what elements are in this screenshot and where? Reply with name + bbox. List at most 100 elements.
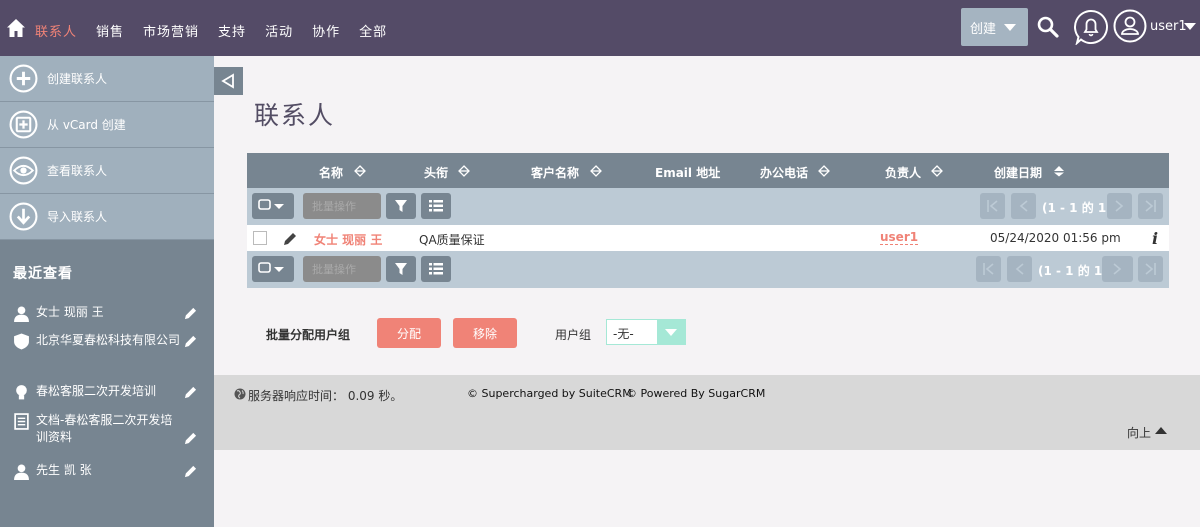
recent-item-label: 先生 凯 张 <box>36 463 92 477</box>
owner-link[interactable]: user1 <box>880 231 919 245</box>
sidebar-action-label: 导入联系人 <box>47 210 108 224</box>
footer: 服务器响应时间： 0.09 秒。 © Supercharged by Suite… <box>214 375 1200 450</box>
recent-item-label: 春松客服二次开发培训 <box>36 384 157 398</box>
recent-item[interactable]: 春松客服二次开发培训 <box>0 383 214 400</box>
column-chooser-button[interactable] <box>421 256 451 282</box>
last-page-icon <box>1145 263 1156 275</box>
globe-icon <box>234 388 246 400</box>
user-avatar-icon[interactable] <box>1113 9 1147 43</box>
filter-button[interactable] <box>386 256 416 282</box>
sugarcrm-credit-link[interactable]: © Powered By SugarCRM <box>626 387 765 400</box>
sidebar-action-create-contact[interactable]: 创建联系人 <box>0 56 214 102</box>
nav-marketing[interactable]: 市场营销 <box>143 21 199 40</box>
remove-button[interactable]: 移除 <box>453 318 517 348</box>
recent-item[interactable]: 北京华夏春松科技有限公司 <box>0 332 214 350</box>
mass-assign-panel: 批量分配用户组 分配 移除 用户组 -无- <box>266 318 1066 348</box>
recent-item[interactable]: 先生 凯 张 <box>0 462 214 480</box>
user-group-select[interactable]: -无- <box>606 319 686 345</box>
pencil-icon[interactable] <box>184 335 197 348</box>
info-icon[interactable]: i <box>1152 229 1158 248</box>
column-header-name[interactable]: 名称 <box>319 164 343 181</box>
checkbox-chevron-icon <box>258 262 284 273</box>
recent-item[interactable]: 女士 现丽 王 <box>0 304 214 322</box>
user-menu-label[interactable]: user1 <box>1150 19 1187 34</box>
pencil-icon[interactable] <box>184 386 197 399</box>
chevron-down-icon <box>1004 23 1017 31</box>
sort-icon[interactable] <box>818 165 830 177</box>
recent-item[interactable]: 文档-春松客服二次开发培训资料 <box>0 412 214 446</box>
nav-contacts[interactable]: 联系人 <box>35 21 77 40</box>
column-header-title[interactable]: 头衔 <box>424 164 448 181</box>
edit-pencil-icon[interactable] <box>283 232 297 246</box>
sort-desc-icon[interactable] <box>1053 165 1065 177</box>
column-header-account[interactable]: 客户名称 <box>531 164 579 181</box>
user-menu-chevron-icon[interactable] <box>1184 23 1196 30</box>
sidebar-action-import[interactable]: 导入联系人 <box>0 194 214 240</box>
contacts-list-table: 名称 头衔 客户名称 Email 地址 办公电话 负责人 创建日期 批量操作 (… <box>247 153 1169 288</box>
sidebar-action-view-contacts[interactable]: 查看联系人 <box>0 148 214 194</box>
shield-icon <box>14 333 29 350</box>
prev-page-icon <box>1019 200 1028 212</box>
recent-item-label: 北京华夏春松科技有限公司 <box>36 333 181 347</box>
column-header-phone[interactable]: 办公电话 <box>760 164 808 181</box>
pencil-icon[interactable] <box>184 465 197 478</box>
first-page-button[interactable] <box>980 193 1005 219</box>
first-page-button[interactable] <box>976 256 1001 282</box>
top-navbar: 联系人 销售 市场营销 支持 活动 协作 全部 创建 user1 <box>0 0 1200 56</box>
select-dropdown[interactable] <box>252 193 294 219</box>
mass-assign-label: 批量分配用户组 <box>266 328 351 342</box>
pencil-icon[interactable] <box>184 307 197 320</box>
bulk-action-button[interactable]: 批量操作 <box>303 193 381 219</box>
filter-icon <box>395 263 407 275</box>
nav-activities[interactable]: 活动 <box>265 21 293 40</box>
contact-name-link[interactable]: 女士 现丽 王 <box>314 231 382 248</box>
prev-page-icon <box>1015 263 1024 275</box>
prev-page-button[interactable] <box>1007 256 1032 282</box>
person-icon <box>14 306 29 322</box>
bulk-action-button[interactable]: 批量操作 <box>303 256 381 282</box>
nav-all[interactable]: 全部 <box>359 21 387 40</box>
last-page-button[interactable] <box>1138 256 1163 282</box>
nav-support[interactable]: 支持 <box>218 21 246 40</box>
assign-label: 分配 <box>396 326 421 341</box>
user-group-label: 用户组 <box>555 328 592 342</box>
sidebar-action-label: 查看联系人 <box>47 164 108 178</box>
sort-icon[interactable] <box>590 165 602 177</box>
column-chooser-button[interactable] <box>421 193 451 219</box>
back-to-top-link[interactable]: 向上 <box>1127 424 1151 441</box>
column-header-owner[interactable]: 负责人 <box>885 164 921 181</box>
user-group-value: -无- <box>613 327 634 341</box>
next-page-button[interactable] <box>1102 256 1133 282</box>
pencil-icon[interactable] <box>184 432 197 445</box>
sidebar-action-vcard[interactable]: 从 vCard 创建 <box>0 102 214 148</box>
suitecrm-credit-link[interactable]: © Supercharged by SuiteCRM <box>467 387 632 400</box>
home-icon[interactable] <box>6 18 26 38</box>
nav-sales[interactable]: 销售 <box>96 21 124 40</box>
prev-page-button[interactable] <box>1011 193 1036 219</box>
sort-icon[interactable] <box>931 165 943 177</box>
search-icon[interactable] <box>1036 15 1060 39</box>
last-page-button[interactable] <box>1138 193 1163 219</box>
sort-icon[interactable] <box>354 165 366 177</box>
list-toolbar-top: 批量操作 (1 - 1 的 1) <box>247 188 1169 225</box>
row-checkbox[interactable] <box>253 231 267 245</box>
pagination-summary: (1 - 1 的 1) <box>1038 264 1108 278</box>
create-dropdown-button[interactable]: 创建 <box>961 8 1028 46</box>
select-dropdown[interactable] <box>252 256 294 282</box>
chevron-up-icon[interactable] <box>1155 427 1167 434</box>
assign-button[interactable]: 分配 <box>377 318 441 348</box>
filter-button[interactable] <box>386 193 416 219</box>
filter-icon <box>395 200 407 212</box>
vcard-icon <box>9 110 38 139</box>
next-page-button[interactable] <box>1107 193 1132 219</box>
sort-icon[interactable] <box>458 165 470 177</box>
bell-icon[interactable] <box>1073 9 1109 45</box>
main-nav: 联系人 销售 市场营销 支持 活动 协作 全部 <box>35 21 406 40</box>
remove-label: 移除 <box>472 326 497 341</box>
nav-collaboration[interactable]: 协作 <box>312 21 340 40</box>
collapse-sidebar-icon[interactable] <box>214 67 243 95</box>
column-header-created[interactable]: 创建日期 <box>994 164 1042 181</box>
recent-item-label: 文档-春松客服二次开发培训资料 <box>36 413 173 444</box>
create-label: 创建 <box>970 21 997 37</box>
import-icon <box>9 202 38 231</box>
